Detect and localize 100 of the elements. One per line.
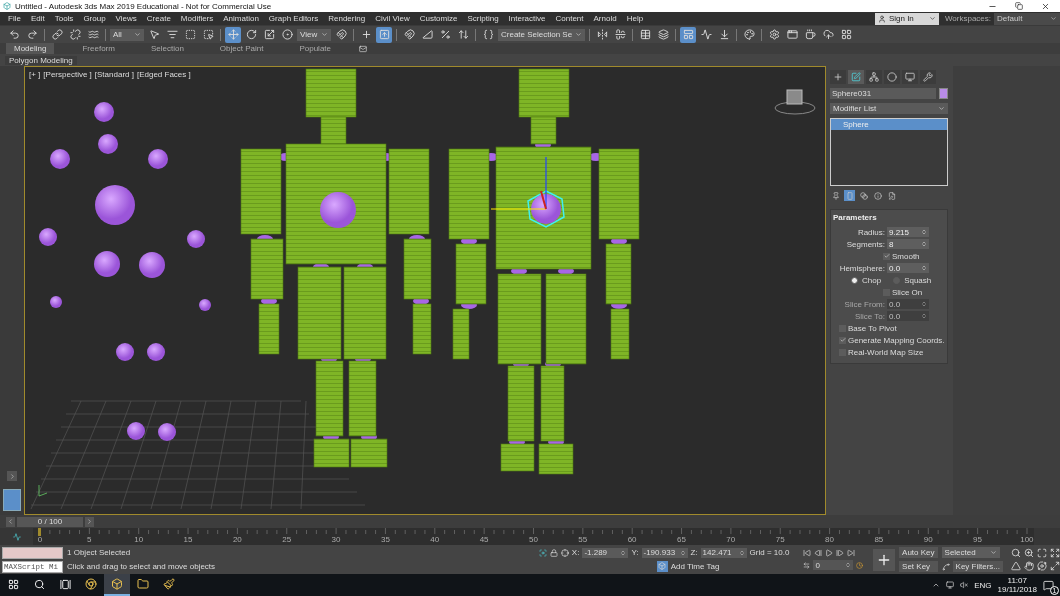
current-frame-field[interactable]: 0 [813,560,854,570]
command-panel-tab[interactable] [866,70,882,84]
menu-item[interactable]: Graph Editors [263,14,324,23]
checkbox[interactable] [883,252,890,260]
chevron-up-icon[interactable] [932,581,941,589]
curve-icon[interactable] [12,532,21,541]
toolbar-button[interactable] [225,26,241,43]
mute-icon[interactable] [960,581,969,589]
viewport-label[interactable]: [Edged Faces ] [136,70,191,79]
command-panel-tab[interactable] [920,70,936,84]
viewport[interactable]: [+ ] [Perspective ] [Standard ] [Edged Faces ] [24,66,826,515]
workspaces-dropdown[interactable]: Default [994,12,1060,25]
coordinate-field[interactable]: -1.289 [582,547,629,558]
menu-item[interactable]: Help [621,14,649,23]
orbit-icon[interactable] [1037,561,1047,571]
play-icon[interactable] [825,549,834,557]
menu-item[interactable]: Edit [25,14,50,23]
menu-item[interactable]: Tools [49,14,79,23]
maximize-viewport-icon[interactable] [1050,561,1060,571]
menu-item[interactable]: Interactive [503,14,551,23]
command-panel-tab[interactable] [884,70,900,84]
toolbar-button[interactable] [680,26,697,43]
maxscript-output[interactable] [2,546,63,559]
spinner-field[interactable]: 8 [887,239,929,249]
toolbar-button[interactable] [279,26,295,43]
next-frame-icon[interactable] [836,549,845,557]
menu-item[interactable]: Customize [414,14,463,23]
menu-item[interactable]: Rendering [323,14,371,23]
menu-item[interactable]: Group [78,14,111,23]
menu-item[interactable]: Arnold [588,14,622,23]
viewport-label[interactable]: [Perspective ] [43,70,92,79]
set-key-button[interactable]: Set Key [899,561,938,572]
set-keys-button[interactable] [873,548,896,571]
sign-in-dropdown[interactable]: Sign In [874,12,939,25]
spinner-field[interactable]: 0.0 [887,263,929,273]
object-color-swatch[interactable] [939,88,948,99]
coordinate-field[interactable]: -190.933 [641,547,688,558]
rollout-title[interactable]: Parameters [833,213,945,222]
toolbar-button[interactable] [67,26,83,43]
toolbar-button[interactable] [741,26,758,43]
time-slider-thumb[interactable]: 0 / 100 [17,516,83,527]
menu-item[interactable]: Animation [218,14,264,23]
menu-item[interactable]: File [3,14,26,23]
toolbar-dropdown[interactable]: Create Selection Se [498,28,586,41]
command-panel-tab[interactable] [902,70,918,84]
restore-icon[interactable] [1015,2,1023,10]
toolbar-dropdown[interactable]: View [297,28,331,41]
language-indicator[interactable]: ENG [974,580,992,590]
zoom-extents-icon[interactable] [1037,548,1047,558]
lock-icon[interactable] [549,548,558,557]
time-tag-button[interactable] [656,560,668,572]
key-mode-dropdown[interactable]: Selected [941,547,1000,558]
next-frame-button[interactable] [85,516,94,527]
menu-item[interactable]: Views [110,14,142,23]
command-panel-tab[interactable] [848,70,864,84]
toolbar-button[interactable] [698,26,715,43]
stack-tool-button[interactable] [872,190,883,201]
close-icon[interactable] [1041,1,1050,11]
zoom-all-icon[interactable] [1024,548,1034,558]
radio-button[interactable] [851,276,858,284]
notification-icon[interactable] [1043,579,1054,591]
zoom-icon[interactable] [1011,548,1021,558]
toolbar-button[interactable] [49,26,65,43]
modifier-list-dropdown[interactable]: Modifier List [830,103,948,114]
object-name-field[interactable]: Sphere031 [830,88,936,99]
ribbon-tab[interactable]: Modeling [6,43,55,54]
ribbon-tab[interactable]: Object Paint [211,43,272,54]
ribbon-panel-tab[interactable]: Polygon Modeling [5,55,77,65]
menu-item[interactable]: Create [141,14,176,23]
pan-icon[interactable] [1024,561,1034,571]
taskbar-app[interactable] [104,574,130,596]
toolbar-button[interactable] [333,26,349,43]
toolbar-button[interactable] [376,26,392,43]
spinner-field[interactable]: 9.215 [887,227,929,237]
command-panel-tab[interactable] [830,70,846,84]
menu-item[interactable]: Content [550,14,589,23]
viewport-label[interactable]: [Standard ] [94,70,134,79]
menu-item[interactable]: Modifiers [175,14,219,23]
go-to-start-icon[interactable] [803,549,812,557]
menu-item[interactable]: Scripting [462,14,504,23]
toolbar-dropdown[interactable]: All [110,28,144,41]
viewport-label[interactable]: [+ ] [29,70,41,79]
ribbon-tab[interactable]: Selection [142,43,192,54]
toolbar-button[interactable] [655,26,672,43]
network-icon[interactable] [946,581,955,589]
menu-item[interactable]: Civil View [370,14,415,23]
toolbar-button[interactable] [612,26,629,43]
toolbar-button[interactable] [401,26,417,43]
previous-frame-icon[interactable] [814,549,823,557]
auto-key-button[interactable]: Auto Key [899,547,938,558]
key-filters-button[interactable]: Key Filters... [952,561,1003,572]
ribbon-options-icon[interactable] [359,44,367,53]
time-tag-label[interactable]: Add Time Tag [670,561,720,571]
track-bar[interactable]: 0 5 10 15 20 25 30 35 40 45 50 55 60 65 70 75 80 85 90 95 100 [33,528,1034,545]
stack-tool-button[interactable] [858,190,869,201]
ribbon-tab[interactable]: Populate [291,43,339,54]
coordinate-field[interactable]: 142.471 [700,547,747,558]
checkbox[interactable] [839,336,846,344]
stack-tool-button[interactable] [830,190,841,201]
go-to-end-icon[interactable] [847,549,856,557]
